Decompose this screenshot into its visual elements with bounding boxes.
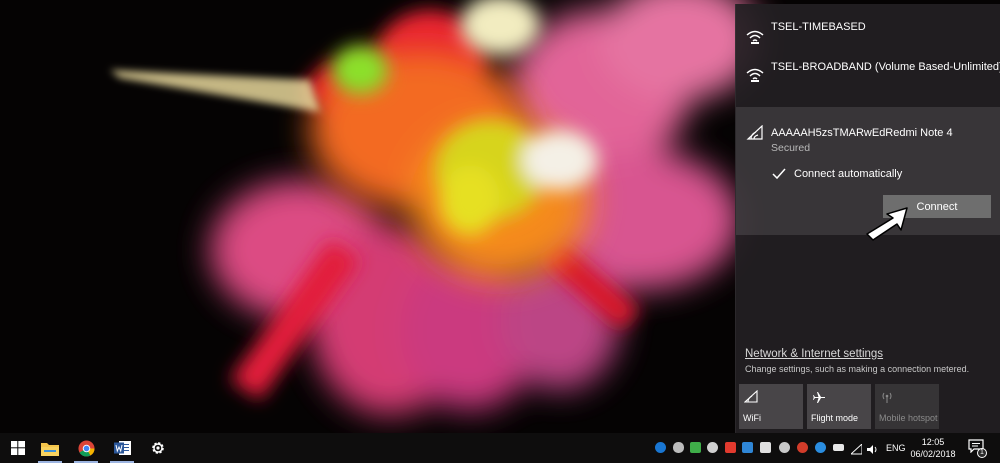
- checkmark-icon: [772, 168, 786, 180]
- windows-start-icon: [11, 441, 25, 455]
- volume-icon[interactable]: [867, 442, 878, 454]
- clock[interactable]: 12:05 06/02/2018: [908, 436, 958, 460]
- wifi-secured-icon: [746, 30, 764, 44]
- settings-gear-icon: [152, 442, 164, 454]
- chrome-icon: [77, 439, 95, 457]
- battery-icon[interactable]: [833, 444, 844, 451]
- notification-count-badge: 1: [977, 448, 987, 458]
- network-settings-description: Change settings, such as making a connec…: [745, 364, 970, 374]
- word-button[interactable]: [104, 433, 140, 463]
- tray-app-icon[interactable]: [725, 442, 736, 453]
- network-item[interactable]: TSEL-TIMEBASED: [736, 12, 1000, 52]
- start-button[interactable]: [0, 433, 36, 463]
- airplane-icon: [813, 392, 825, 403]
- network-flyout: TSEL-TIMEBASED TSEL-BROADBAND (Volume Ba…: [735, 4, 1000, 433]
- clock-date: 06/02/2018: [910, 449, 956, 459]
- network-name: AAAAAH5zsTMARwEdRedmi Note 4: [771, 127, 953, 139]
- onedrive-icon[interactable]: [673, 442, 684, 453]
- selected-network-item[interactable]: AAAAAH5zsTMARwEdRedmi Note 4 Secured Con…: [736, 107, 1000, 241]
- quick-action-label: Flight mode: [811, 413, 859, 423]
- action-center-button[interactable]: 1: [968, 439, 988, 459]
- file-explorer-button[interactable]: [32, 433, 68, 463]
- file-explorer-icon: [41, 442, 59, 456]
- network-item[interactable]: TSEL-BROADBAND (Volume Based-Unlimited): [736, 52, 1000, 100]
- network-status: Secured: [771, 142, 811, 154]
- quick-action-label: Mobile hotspot: [879, 413, 938, 423]
- wifi-quick-action[interactable]: WiFi: [739, 384, 803, 429]
- network-settings-link[interactable]: Network & Internet settings: [745, 348, 883, 360]
- hotspot-icon: [882, 392, 892, 403]
- network-name: TSEL-BROADBAND (Volume Based-Unlimited): [771, 61, 1000, 73]
- mobile-hotspot-quick-action[interactable]: Mobile hotspot: [875, 384, 939, 429]
- bluetooth-icon[interactable]: [655, 442, 666, 453]
- settings-button[interactable]: [140, 433, 176, 463]
- pointer-arrow-icon: [866, 207, 908, 241]
- tray-app-icon[interactable]: [760, 442, 771, 453]
- network-name: TSEL-TIMEBASED: [771, 21, 866, 33]
- clock-time: 12:05: [921, 437, 945, 447]
- flight-mode-quick-action[interactable]: Flight mode: [807, 384, 871, 429]
- quick-action-label: WiFi: [743, 413, 761, 423]
- connect-automatically-checkbox[interactable]: Connect automatically: [772, 166, 902, 182]
- taskbar: ENG 12:05 06/02/2018 1: [0, 433, 1000, 463]
- language-indicator[interactable]: ENG: [886, 443, 906, 453]
- tray-app-icon[interactable]: [742, 442, 753, 453]
- network-tray-icon[interactable]: [849, 442, 863, 455]
- wifi-signal-icon: [746, 125, 763, 140]
- speaker-app-icon[interactable]: [707, 442, 718, 453]
- connect-automatically-label: Connect automatically: [794, 168, 903, 180]
- wifi-secured-icon: [746, 68, 764, 82]
- tray-app-icon[interactable]: [815, 442, 826, 453]
- antivirus-icon[interactable]: [690, 442, 701, 453]
- link-icon[interactable]: [779, 442, 790, 453]
- chrome-button[interactable]: [68, 433, 104, 463]
- word-icon: [113, 441, 131, 455]
- tray-app-icon[interactable]: [797, 442, 808, 453]
- wifi-icon: [744, 390, 758, 403]
